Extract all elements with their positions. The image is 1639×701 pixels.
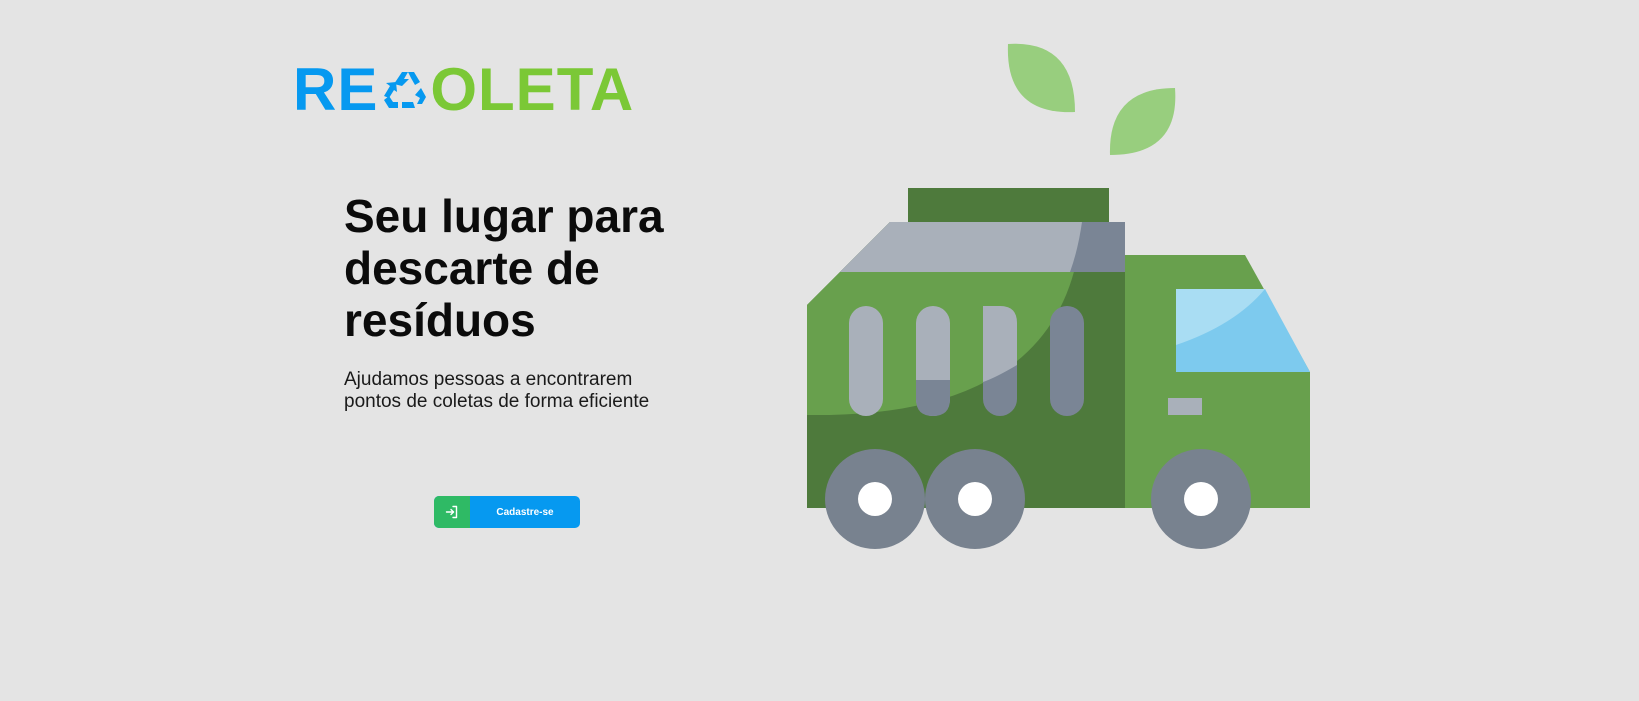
logo-text-oleta: OLETA — [430, 56, 635, 123]
garbage-truck-illustration — [807, 43, 1310, 549]
signup-button[interactable]: Cadastre-se — [434, 496, 580, 528]
truck-hopper-top — [908, 188, 1109, 222]
truck-door-handle — [1168, 398, 1202, 415]
brand-logo: RE OLETA — [293, 60, 634, 120]
hero-subtitle: Ajudamos pessoas a encontrarem pontos de… — [344, 369, 674, 413]
logo-text-re: RE — [293, 56, 379, 123]
subtitle-line-1: Ajudamos pessoas a encontrarem — [344, 369, 633, 390]
leaf-icon — [1109, 88, 1176, 155]
leaf-icon — [1007, 43, 1075, 113]
hero-headline: Seu lugar para descarte de resíduos — [344, 190, 684, 346]
headline-line-1: Seu lugar para — [344, 190, 664, 242]
signup-button-label: Cadastre-se — [496, 506, 554, 518]
headline-line-3: resíduos — [344, 294, 536, 346]
sign-in-icon — [445, 505, 458, 519]
signup-icon-box — [434, 496, 470, 528]
headline-line-2: descarte de — [344, 242, 600, 294]
subtitle-line-2: pontos de coletas de forma eficiente — [344, 391, 650, 412]
container-lid-light — [840, 222, 1082, 272]
recycle-icon — [384, 72, 427, 108]
